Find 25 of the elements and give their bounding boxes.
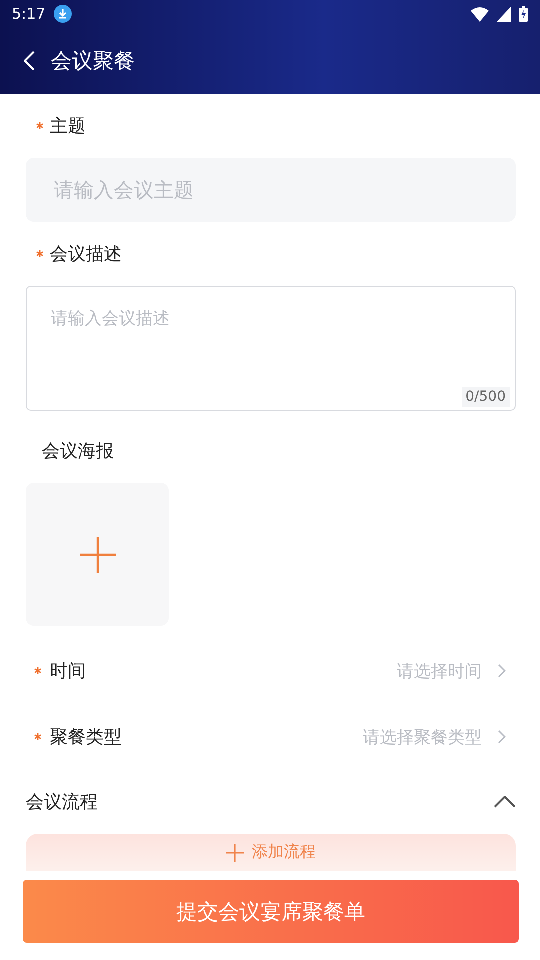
field-label: 会议海报	[42, 440, 114, 463]
field-label: 聚餐类型	[50, 726, 122, 749]
field-label: 时间	[50, 660, 86, 683]
back-icon[interactable]	[24, 51, 35, 71]
select-row[interactable]: 时间 请选择时间	[26, 638, 516, 704]
plus-icon	[226, 844, 244, 862]
char-counter: 0/500	[462, 387, 510, 407]
input-field[interactable]: 请输入会议主题	[26, 158, 516, 222]
select-placeholder: 请选择聚餐类型	[363, 726, 482, 748]
select-row[interactable]: 聚餐类型 请选择聚餐类型	[26, 704, 516, 770]
signal-icon	[497, 6, 511, 22]
battery-icon	[519, 6, 528, 22]
download-icon	[54, 5, 72, 23]
chevron-right-icon	[498, 730, 506, 744]
status-time: 5:17	[12, 5, 46, 23]
upload-tile[interactable]	[26, 483, 169, 626]
page-title: 会议聚餐	[51, 48, 135, 75]
field-label: 主题	[50, 115, 86, 138]
plus-icon	[80, 536, 116, 572]
section-title: 会议流程	[26, 791, 99, 814]
select-placeholder: 请选择时间	[397, 660, 482, 682]
section-header[interactable]: 会议流程	[26, 770, 540, 834]
wifi-icon	[471, 6, 489, 22]
field-label: 会议描述	[50, 243, 122, 266]
chevron-right-icon	[498, 664, 506, 678]
